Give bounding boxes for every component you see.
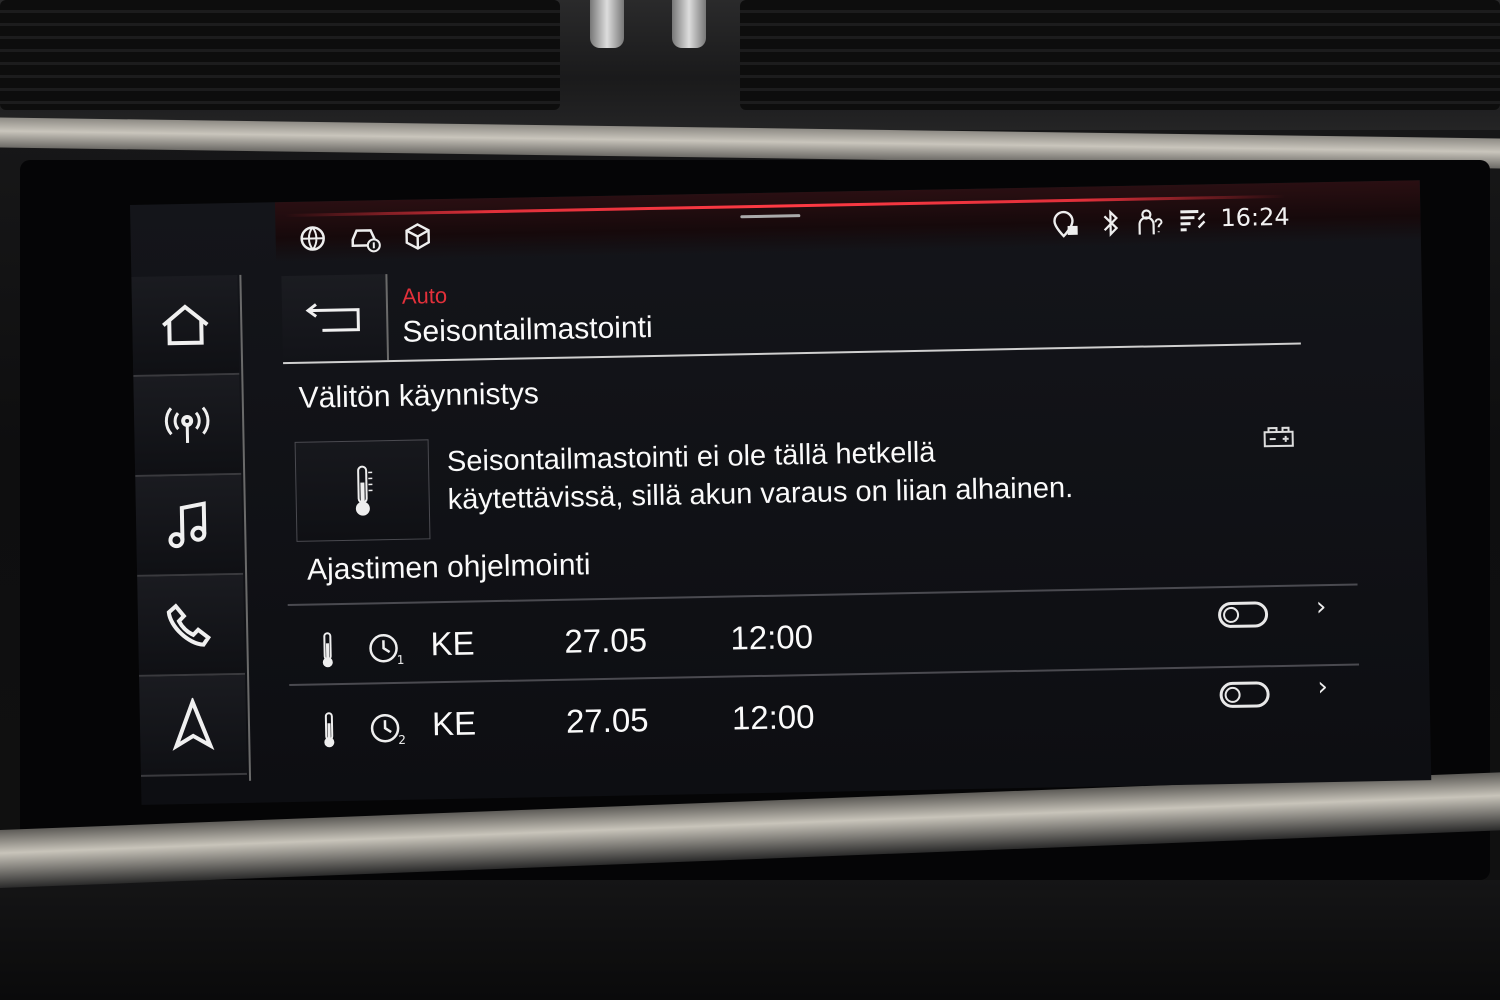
bluetooth-icon[interactable] (1093, 206, 1128, 241)
air-vent-right (740, 0, 1500, 110)
timer-date: 27.05 (564, 621, 648, 660)
air-vent-left (0, 0, 560, 110)
timer-number: 2 (398, 733, 406, 747)
car-battery-icon (1262, 426, 1297, 455)
radio-antenna-icon (164, 406, 210, 443)
timer-clock-icon: 2 (368, 710, 409, 751)
home-icon (162, 304, 209, 346)
nav-phone-button[interactable] (137, 574, 246, 677)
thermometer-icon (320, 711, 339, 753)
vent-knob-left[interactable] (590, 0, 624, 48)
breadcrumb[interactable]: Auto (402, 283, 448, 310)
globe-sync-icon[interactable] (295, 221, 330, 256)
nav-radio-button[interactable] (133, 374, 242, 477)
status-clock: 16:24 (1220, 202, 1290, 233)
battery-low-message: Seisontailmastointi ei ole tällä hetkell… (447, 428, 1228, 519)
car-info-icon[interactable] (348, 220, 383, 255)
timer-day: KE (430, 624, 475, 663)
nav-home-button[interactable] (131, 274, 240, 377)
vent-knob-right[interactable] (672, 0, 706, 48)
phone-icon (166, 603, 212, 647)
page-title: Seisontailmastointi (402, 310, 653, 349)
thermometer-icon (318, 631, 337, 673)
timer-time: 12:00 (730, 617, 814, 657)
infotainment-screen: 16:24 Auto Seisontailmastointi Välitön k… (130, 180, 1432, 805)
timer-toggle[interactable] (1219, 681, 1270, 709)
navigation-arrow-icon (172, 697, 215, 751)
side-navigation (131, 274, 252, 783)
lower-dashboard (0, 880, 1500, 1000)
chevron-right-icon[interactable]: › (1316, 592, 1327, 622)
timer-toggle[interactable] (1217, 601, 1269, 629)
location-lock-icon[interactable] (1048, 207, 1083, 242)
back-button[interactable] (281, 274, 390, 363)
nav-navigation-button[interactable] (139, 674, 247, 777)
package-icon[interactable] (400, 219, 435, 254)
immediate-start-heading: Välitön käynnistys (298, 377, 540, 415)
chevron-right-icon[interactable]: › (1317, 672, 1328, 702)
timer-number: 1 (397, 653, 405, 667)
timer-day: KE (431, 704, 477, 743)
music-note-icon (168, 501, 207, 549)
thermometer-icon (355, 465, 373, 516)
timer-clock-icon: 1 (366, 630, 407, 671)
timer-date: 27.05 (565, 701, 649, 740)
timer-programming-heading: Ajastimen ohjelmointi (306, 548, 591, 587)
person-question-icon[interactable] (1133, 205, 1168, 240)
network-signal-icon[interactable] (1175, 204, 1210, 239)
immediate-start-button[interactable] (294, 439, 431, 542)
air-vent-area (0, 0, 1500, 130)
back-arrow-icon (305, 303, 360, 332)
timer-time: 12:00 (731, 697, 815, 737)
nav-media-button[interactable] (135, 474, 244, 577)
